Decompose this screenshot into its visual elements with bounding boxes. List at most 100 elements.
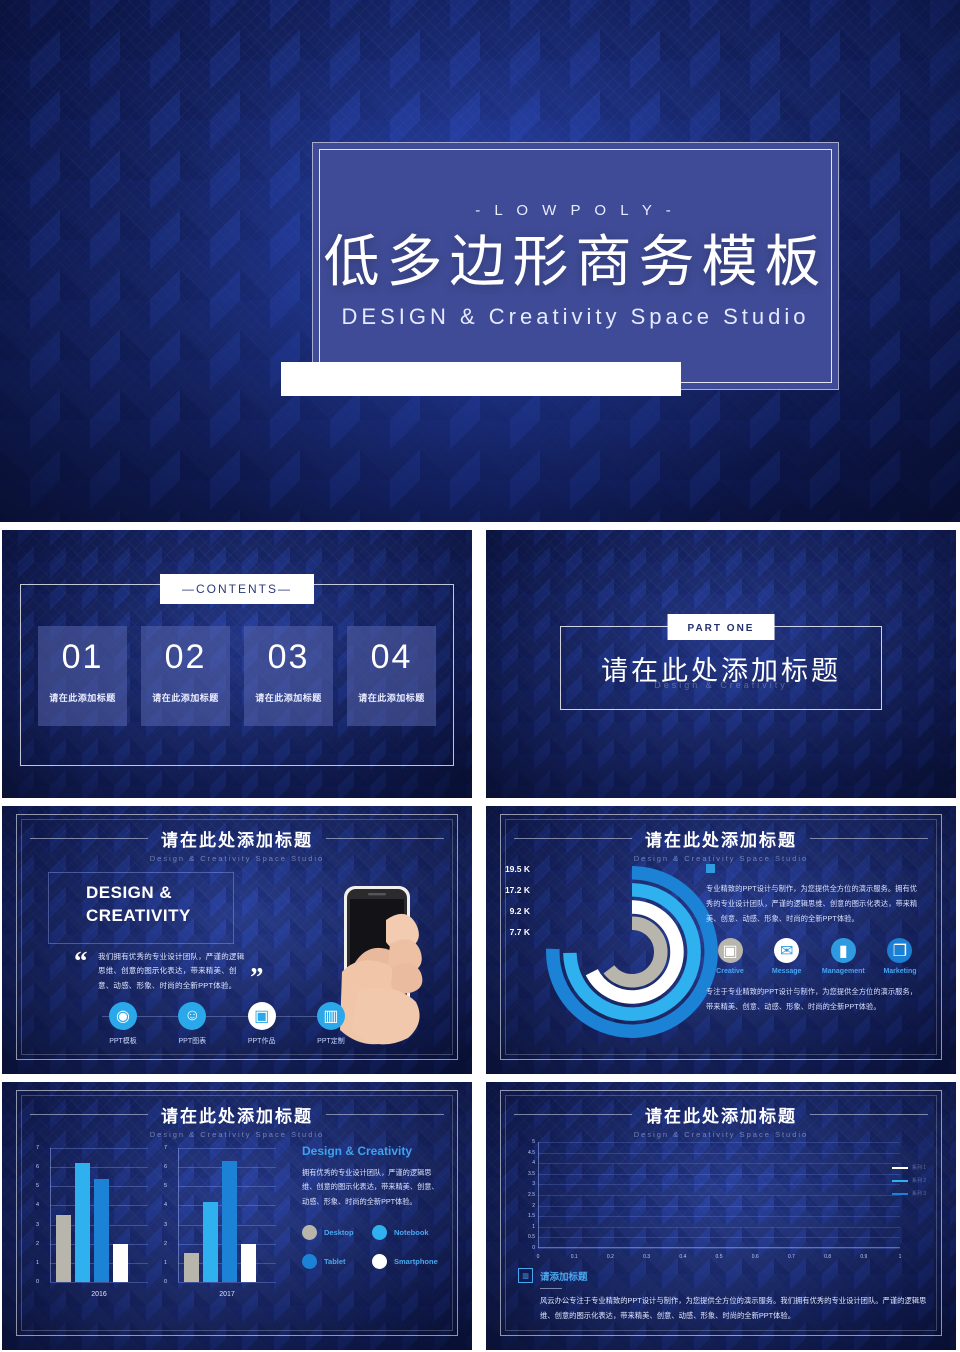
y-tick-label: 0 — [36, 1279, 40, 1285]
page-title: 请在此处添加标题 — [645, 1107, 797, 1126]
bar-desktop[interactable] — [56, 1215, 71, 1282]
y-tick-label: 0 — [532, 1245, 535, 1251]
x-axis-label: 2016 — [91, 1291, 107, 1298]
line-bottom-block: ▥ 请添加标题 风云办公专注于专业精致的PPT设计与制作，为您提供全方位的演示服… — [518, 1268, 930, 1324]
y-tick-label: 3.5 — [528, 1170, 535, 1177]
donut-icon-item[interactable]: ✉ Message — [763, 938, 811, 975]
feature-label: PPT作品 — [247, 1038, 276, 1045]
headline: DESIGN & CREATIVITY — [86, 882, 256, 928]
legend-item[interactable]: 系列 1 — [891, 1164, 926, 1171]
gridline — [538, 1237, 900, 1239]
bar-smartphone[interactable] — [241, 1243, 256, 1282]
y-tick-label: 5 — [36, 1183, 40, 1190]
contents-card[interactable]: 01 请在此添加标题 — [38, 626, 127, 726]
y-tick-label: 1.5 — [528, 1213, 535, 1220]
contents-card-label: 请在此添加标题 — [358, 693, 425, 703]
feature-item[interactable]: ◉ PPT模板 — [98, 1002, 148, 1046]
x-tick-label: 0 — [536, 1254, 540, 1260]
x-tick-label: 0.6 — [751, 1254, 759, 1260]
header-rule-left — [514, 1114, 632, 1115]
gridline — [538, 1142, 900, 1143]
right-title: Design & Creativity — [302, 1144, 413, 1158]
smiley-icon: ☺ — [178, 1002, 207, 1030]
gridline — [538, 1184, 900, 1186]
palette-icon: ◉ — [109, 1002, 137, 1030]
feature-label: PPT图表 — [178, 1038, 207, 1045]
gridline — [538, 1248, 900, 1249]
headline-line-1: DESIGN & — [86, 883, 173, 902]
contents-card-number: 02 — [164, 638, 207, 676]
legend-item[interactable]: Tablet — [302, 1254, 372, 1270]
x-tick-label: 0.2 — [606, 1254, 614, 1260]
feature-item[interactable]: ▣ PPT作品 — [237, 1002, 287, 1046]
y-tick-label: 4 — [164, 1202, 168, 1209]
bar-desktop[interactable] — [184, 1253, 199, 1282]
slide-header: 请在此处添加标题 Design & Creativity Space Studi… — [486, 826, 956, 863]
donut-label: 9.2 K — [509, 906, 530, 916]
legend-item[interactable]: Smartphone — [372, 1254, 442, 1270]
legend-label: Smartphone — [394, 1257, 438, 1267]
contents-card-label: 请在此添加标题 — [152, 693, 219, 703]
donut-icon-item[interactable]: ▣ Creative — [706, 938, 754, 975]
legend-label: 系列 2 — [911, 1178, 926, 1184]
paragraph-top: 专业精致的PPT设计与制作，为您提供全方位的演示服务。拥有优秀的专业设计团队，严… — [706, 884, 918, 923]
gridline — [538, 1152, 900, 1154]
bar-tablet[interactable] — [222, 1161, 237, 1282]
feature-item[interactable]: ☺ PPT图表 — [167, 1002, 217, 1046]
legend-label: Tablet — [324, 1257, 346, 1267]
contents-chip-label: —CONTENTS— — [182, 582, 292, 596]
donut-icon-label: Marketing — [883, 968, 917, 976]
gridline — [178, 1282, 276, 1283]
header-rule-right — [326, 838, 444, 839]
cover-title: 低多边形商务模板 — [323, 230, 828, 294]
x-tick-label: 0.7 — [787, 1254, 795, 1260]
bar-legend: Desktop Notebook Tablet Smartphone — [302, 1225, 442, 1283]
line-chart-plot: 系列 1 系列 2 系列 3 0 0.5 1 1.5 2 2.5 3 3.5 4 4.5 5 0 0.1… — [516, 1139, 930, 1262]
donut-icon-item[interactable]: ▮ Management — [819, 938, 867, 975]
y-tick-label: 2 — [36, 1240, 40, 1247]
donut-icon-label: Message — [771, 968, 802, 976]
slide-header: 请在此处添加标题 Design & Creativity Space Studi… — [486, 1102, 956, 1139]
donut-label: 7.7 K — [509, 927, 530, 937]
legend-swatch-notebook — [372, 1225, 387, 1241]
bar-notebook[interactable] — [75, 1163, 90, 1282]
page-title: 请在此处添加标题 — [161, 1107, 313, 1126]
slide-line-chart: 请在此处添加标题 Design & Creativity Space Studi… — [486, 1082, 956, 1350]
page-subtitle: Design & Creativity Space Studio — [633, 1130, 809, 1139]
chart-settings-icon: ▥ — [518, 1268, 533, 1284]
donut-icon-item[interactable]: ❐ Marketing — [876, 938, 924, 975]
header-rule-right — [810, 838, 928, 839]
legend-swatch-smartphone — [372, 1254, 387, 1270]
slide-section-divider: 请在此处添加标题 PART ONE Design & Creativity — [486, 530, 956, 798]
body-paragraph: 我们拥有优秀的专业设计团队，严谨的逻辑思维、创意的图示化表达，带来精美、创意、动… — [98, 952, 245, 990]
headline-line-2: CREATIVITY — [86, 905, 191, 925]
bar-smartphone[interactable] — [113, 1243, 128, 1282]
y-tick-label: 5 — [164, 1183, 168, 1190]
legend-item[interactable]: Notebook — [372, 1225, 442, 1241]
contents-card[interactable]: 03 请在此添加标题 — [244, 626, 333, 726]
donut-ring-4 — [596, 916, 668, 988]
bar-right-column: Design & Creativity 拥有优秀的专业设计团队，严谨的逻辑思维、… — [302, 1144, 442, 1283]
y-tick-label: 6 — [36, 1164, 40, 1171]
bar-notebook[interactable] — [203, 1201, 218, 1282]
x-tick-label: 0.5 — [715, 1254, 723, 1260]
cover-eyebrow: - L O W P O L Y - — [475, 202, 676, 220]
x-tick-label: 0.4 — [679, 1254, 687, 1260]
bottom-title: 请添加标题 — [540, 1271, 588, 1283]
y-tick-label: 7 — [36, 1145, 40, 1151]
hand-holding-phone-image — [340, 886, 423, 1045]
donut-icon-row: ▣ Creative ✉ Message ▮ Management ❐ Mark… — [706, 938, 924, 975]
x-tick-label: 0.9 — [860, 1254, 868, 1260]
gridline — [538, 1216, 900, 1218]
legend-item[interactable]: 系列 2 — [891, 1177, 926, 1184]
contents-card[interactable]: 04 请在此添加标题 — [347, 626, 436, 726]
y-tick-label: 4 — [532, 1160, 535, 1167]
contents-card[interactable]: 02 请在此添加标题 — [141, 626, 230, 726]
legend-label: 系列 3 — [911, 1191, 926, 1197]
y-tick-label: 2 — [532, 1202, 535, 1209]
legend-item[interactable]: Desktop — [302, 1225, 372, 1241]
bar-chart-plot: 0 1 2 3 4 5 6 7 2016 0 1 2 3 4 5 6 7 2017 — [36, 1145, 286, 1298]
bar-tablet[interactable] — [94, 1178, 109, 1282]
slide-bar-chart: 请在此处添加标题 Design & Creativity Space Studi… — [2, 1082, 472, 1350]
y-tick-label: 4 — [36, 1202, 40, 1209]
